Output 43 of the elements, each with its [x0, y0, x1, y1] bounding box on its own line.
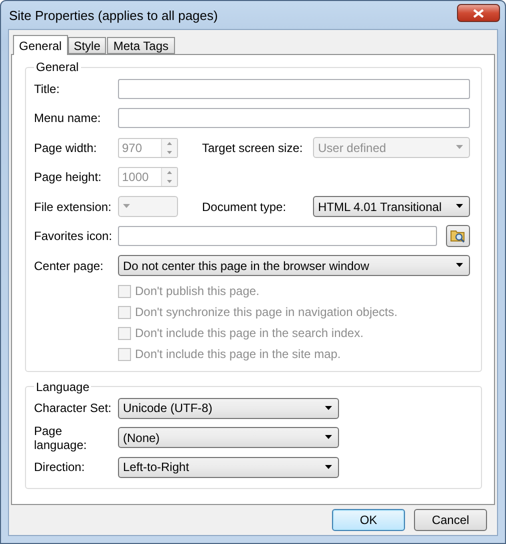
field-label: Target screen size: [202, 140, 304, 155]
dropdown-arrow-icon [325, 406, 333, 411]
dropdown-arrow-icon [123, 204, 131, 210]
checkbox-label: Don't publish this page. [135, 284, 260, 298]
field-label: Page height: [34, 170, 102, 184]
field-label: Page width: [34, 140, 98, 155]
dropdown-arrow-icon [456, 145, 464, 150]
dropdown[interactable]: Unicode (UTF-8) [118, 398, 339, 419]
field-label: File extension: [34, 200, 112, 214]
close-button[interactable] [457, 4, 500, 22]
checkbox-label: Don't include this page in the search index. [135, 326, 364, 340]
dropdown[interactable]: (None) [118, 427, 339, 448]
dropdown-arrow-icon [456, 263, 464, 268]
field-label: Page language: [34, 424, 88, 452]
tab[interactable]: General [13, 35, 68, 55]
group-title: Language [35, 380, 90, 394]
dropdown-arrow-icon [325, 435, 333, 440]
cancel-button[interactable]: Cancel [414, 509, 487, 531]
tab[interactable]: Style [68, 37, 106, 54]
dropdown[interactable]: HTML 4.01 Transitional [313, 196, 470, 218]
dropdown-arrow-icon [456, 204, 464, 210]
field-label: Title: [34, 82, 61, 96]
title-field[interactable] [118, 78, 470, 99]
ok-button[interactable]: OK [332, 509, 405, 531]
folder-search-icon [450, 229, 466, 244]
field-label: Menu name: [34, 111, 102, 126]
browse-button[interactable] [446, 225, 470, 248]
field-label: Document type: [202, 200, 288, 214]
tab[interactable]: Meta Tags [107, 37, 175, 54]
group-title: General [35, 60, 80, 74]
dropdown[interactable]: Left-to-Right [118, 456, 339, 478]
close-icon [473, 8, 484, 18]
dropdown-arrow-icon [325, 464, 333, 470]
favorites-icon-field[interactable] [118, 226, 437, 246]
window-title: Site Properties (applies to all pages) [8, 8, 218, 22]
field-label: Favorites icon: [34, 229, 114, 244]
dropdown[interactable]: Do not center this page in the browser window [118, 255, 470, 276]
checkbox-label: Don't synchronize this page in navigation objects. [135, 305, 398, 319]
field-label: Character Set: [34, 401, 112, 416]
field-label: Direction: [34, 460, 86, 474]
checkbox-label: Don't include this page in the site map. [135, 347, 341, 361]
menu-name-field[interactable] [118, 108, 470, 128]
field-label: Center page: [34, 258, 104, 273]
